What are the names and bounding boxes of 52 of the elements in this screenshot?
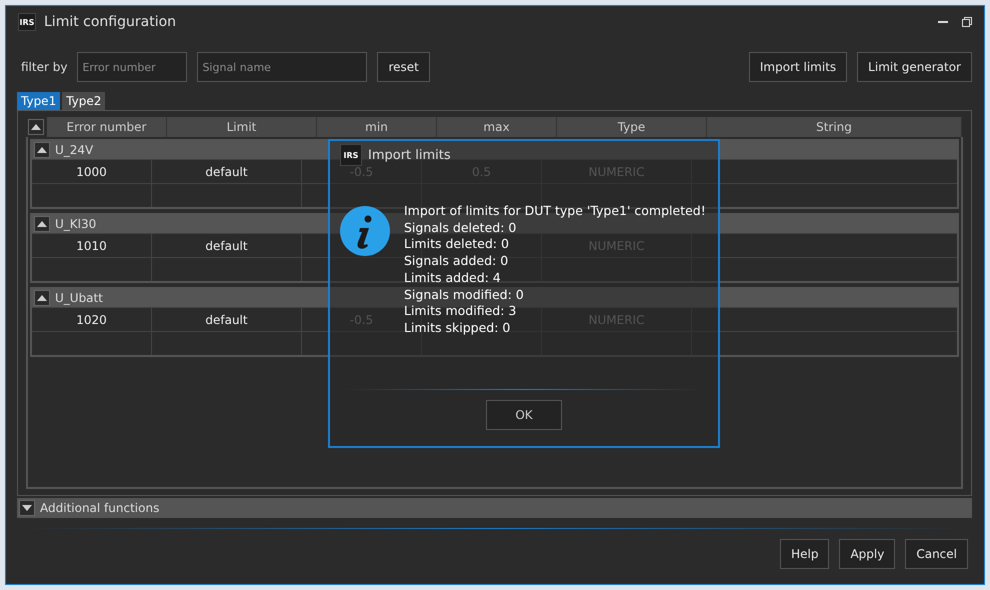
table-cell: default [205, 238, 248, 252]
group-toggle-button[interactable] [34, 142, 50, 158]
up-triangle-icon [37, 295, 47, 301]
message-line: Limits modified: 3 [404, 303, 516, 320]
message-line: Limits added: 4 [404, 270, 501, 287]
message-line: Import of limits for DUT type 'Type1' completed! [404, 203, 706, 220]
dialog-logo: IRS [340, 144, 362, 166]
column-header: min [317, 117, 437, 137]
restore-icon[interactable] [962, 17, 972, 27]
toolbar-button[interactable]: Limit generator [857, 52, 972, 82]
reset-button[interactable]: reset [377, 52, 430, 82]
table-cell: 1010 [76, 238, 107, 252]
group-toggle-button[interactable] [34, 216, 50, 232]
column-header: String [707, 117, 962, 137]
filter-field[interactable]: Signal name [197, 52, 368, 82]
footer-button[interactable]: Help [780, 539, 830, 569]
window-title: Limit configuration [44, 14, 178, 30]
table-cell: 1020 [76, 312, 107, 326]
message-line: Signals added: 0 [404, 253, 508, 270]
collapse-all-button[interactable] [28, 119, 44, 135]
app-logo: IRS [18, 13, 36, 31]
message-line: Signals modified: 0 [404, 286, 524, 304]
info-icon [340, 206, 390, 256]
table-cell: default [205, 312, 248, 326]
tab[interactable]: Type1 [17, 92, 60, 110]
group-name: U_Ubatt [55, 291, 103, 305]
up-triangle-icon [37, 147, 47, 153]
toolbar-button[interactable]: Import limits [748, 52, 848, 82]
expand-button[interactable] [19, 500, 35, 516]
filter-label: filter by [21, 60, 68, 74]
message-line: Limits skipped: 0 [404, 320, 510, 337]
dialog-title: Import limits [368, 148, 451, 162]
tab[interactable]: Type2 [62, 92, 106, 110]
column-header: Limit [167, 117, 317, 137]
message-line: Limits deleted: 0 [404, 236, 509, 254]
table-cell: default [205, 164, 248, 178]
up-triangle-icon [37, 221, 47, 227]
group-toggle-button[interactable] [34, 290, 50, 306]
column-header: Type [557, 117, 707, 137]
ok-button[interactable]: OK [486, 400, 562, 430]
message-line: Signals deleted: 0 [404, 220, 516, 236]
footer-button[interactable]: Apply [839, 539, 896, 569]
group-name: U_Kl30 [55, 217, 96, 231]
table-cell: 1000 [76, 164, 107, 178]
group-name: U_24V [55, 143, 94, 157]
additional-functions-label: Additional functions [40, 501, 160, 515]
up-triangle-icon [31, 124, 41, 130]
down-triangle-icon [22, 505, 32, 511]
column-header: Error number [47, 117, 167, 137]
column-header: max [437, 117, 557, 137]
filter-field[interactable]: Error number [77, 52, 188, 82]
footer-button[interactable]: Cancel [905, 539, 968, 569]
